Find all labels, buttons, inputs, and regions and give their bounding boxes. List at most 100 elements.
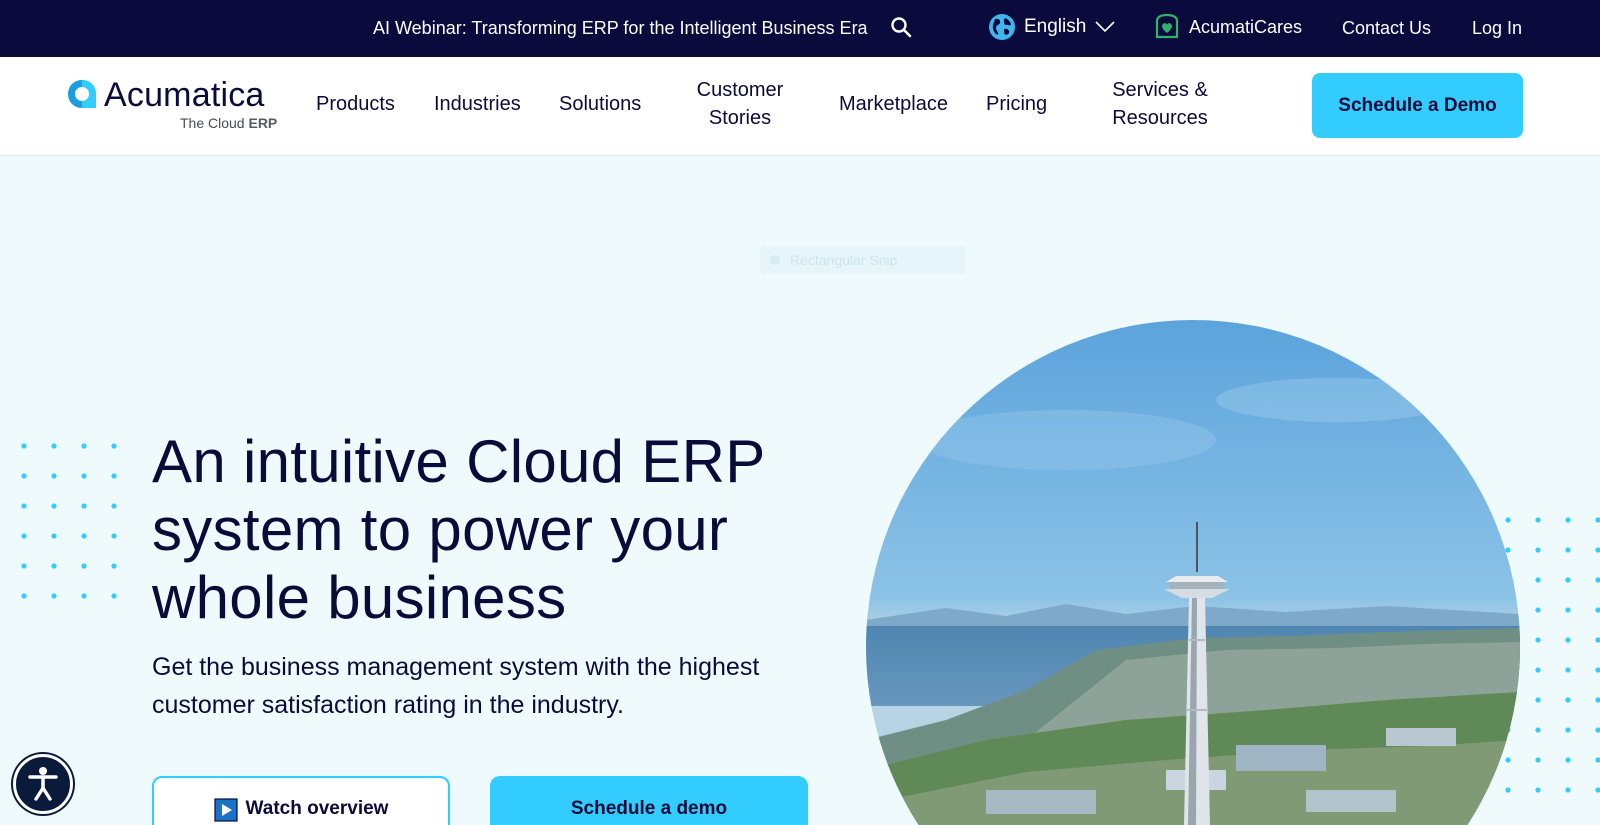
decorative-dot: [111, 563, 117, 569]
decorative-dot: [1535, 757, 1541, 763]
decorative-dot: [81, 593, 87, 599]
decorative-dot: [1595, 757, 1600, 763]
decorative-dot: [1535, 547, 1541, 553]
nav-pricing[interactable]: Pricing: [986, 90, 1047, 118]
decorative-dot: [1535, 577, 1541, 583]
nav-products[interactable]: Products: [316, 90, 395, 118]
snip-tool-overlay: Rectangular Snip: [760, 246, 966, 274]
decorative-dot: [111, 503, 117, 509]
acumatica-logo[interactable]: Acumatica The Cloud ERP: [66, 76, 281, 136]
decorative-dot: [1565, 517, 1571, 523]
hero-headline-line3: whole business: [152, 564, 567, 631]
decorative-dot: [1595, 787, 1600, 793]
nav-services-line2: Resources: [1112, 107, 1208, 129]
decorative-dot: [51, 443, 57, 449]
decorative-dot: [1595, 607, 1600, 613]
hero-subheadline-line2: customer satisfaction rating in the indu…: [152, 691, 624, 719]
decorative-dot: [1595, 577, 1600, 583]
top-utility-bar: AI Webinar: Transforming ERP for the Int…: [0, 0, 1600, 57]
decorative-dot: [51, 473, 57, 479]
decorative-dot: [81, 443, 87, 449]
nav-services-resources[interactable]: Services & Resources: [1110, 76, 1210, 132]
chevron-down-icon: [1095, 21, 1115, 33]
decorative-dot: [1565, 547, 1571, 553]
decorative-dot: [21, 473, 27, 479]
hero-section: Rectangular Snip An intuitive Cloud ERP …: [0, 156, 1600, 825]
decorative-dot: [81, 473, 87, 479]
decorative-dot: [1565, 757, 1571, 763]
snip-label: Rectangular Snip: [790, 252, 898, 268]
decorative-dot: [1565, 577, 1571, 583]
watch-overview-label: Watch overview: [245, 798, 389, 819]
decorative-dot: [1595, 547, 1600, 553]
decorative-dot: [1535, 787, 1541, 793]
acumaticares-label: AcumatiCares: [1189, 16, 1303, 37]
nav-industries[interactable]: Industries: [434, 90, 521, 118]
hero-subheadline-line1: Get the business management system with …: [152, 653, 760, 681]
play-icon: [213, 798, 238, 822]
search-icon[interactable]: [890, 16, 912, 38]
decorative-dot: [1565, 667, 1571, 673]
snip-icon: [770, 255, 780, 265]
decorative-dot: [51, 533, 57, 539]
acumatica-logo-icon: [68, 80, 96, 108]
nav-customer-stories-line2: Stories: [708, 107, 772, 129]
language-label: English: [1024, 16, 1087, 37]
decorative-dot: [1535, 517, 1541, 523]
decorative-dot: [1535, 607, 1541, 613]
hero-subheadline: Get the business management system with …: [152, 648, 852, 724]
acumaticares-icon: [1155, 13, 1179, 39]
decorative-dot-grid-left: [21, 443, 117, 599]
decorative-dot: [1595, 517, 1600, 523]
decorative-dot: [1535, 727, 1541, 733]
nav-solutions[interactable]: Solutions: [559, 90, 641, 118]
decorative-dot: [1565, 787, 1571, 793]
decorative-dot: [51, 593, 57, 599]
contact-us-link[interactable]: Contact Us: [1342, 18, 1431, 39]
decorative-dot: [21, 443, 27, 449]
hero-headline-line2: system to power your: [152, 496, 729, 563]
hero-headline: An intuitive Cloud ERP system to power y…: [152, 428, 872, 632]
decorative-dot: [1595, 667, 1600, 673]
seattle-space-needle-image: [866, 320, 1520, 825]
decorative-dot: [1595, 697, 1600, 703]
decorative-dot: [1565, 727, 1571, 733]
watch-overview-button[interactable]: Watch overview: [152, 776, 450, 825]
log-in-link[interactable]: Log In: [1472, 18, 1522, 39]
nav-marketplace[interactable]: Marketplace: [839, 90, 948, 118]
language-selector[interactable]: English: [988, 13, 1116, 41]
acumaticares-link[interactable]: AcumatiCares: [1153, 13, 1302, 41]
schedule-demo-button[interactable]: Schedule a Demo: [1312, 73, 1523, 138]
globe-icon: [989, 14, 1015, 40]
decorative-dot: [111, 533, 117, 539]
decorative-dot: [1535, 697, 1541, 703]
decorative-dot: [1595, 727, 1600, 733]
accessibility-icon: [28, 767, 58, 801]
nav-customer-stories-line1: Customer: [696, 79, 784, 101]
logo-tagline: The Cloud ERP: [180, 115, 277, 131]
decorative-dot: [51, 563, 57, 569]
nav-services-line1: Services &: [1112, 79, 1208, 101]
decorative-dot: [21, 533, 27, 539]
decorative-dot: [1565, 697, 1571, 703]
schedule-demo-hero-button[interactable]: Schedule a demo: [490, 776, 808, 825]
main-navigation: Acumatica The Cloud ERP Products Industr…: [0, 57, 1600, 156]
logo-wordmark: Acumatica: [104, 76, 265, 114]
decorative-dot: [81, 533, 87, 539]
logo-tagline-erp: ERP: [248, 115, 278, 131]
decorative-dot: [111, 443, 117, 449]
decorative-dot: [1535, 667, 1541, 673]
nav-customer-stories[interactable]: Customer Stories: [690, 76, 790, 132]
decorative-dot: [21, 593, 27, 599]
webinar-promo-link[interactable]: AI Webinar: Transforming ERP for the Int…: [373, 18, 868, 39]
decorative-dot: [111, 593, 117, 599]
decorative-dot: [1535, 637, 1541, 643]
decorative-dot: [1565, 637, 1571, 643]
decorative-dot: [111, 473, 117, 479]
accessibility-button[interactable]: [13, 754, 73, 814]
logo-tagline-text: The Cloud: [180, 115, 249, 131]
decorative-dot: [1595, 637, 1600, 643]
decorative-dot: [81, 563, 87, 569]
decorative-dot: [21, 503, 27, 509]
decorative-dot: [81, 503, 87, 509]
